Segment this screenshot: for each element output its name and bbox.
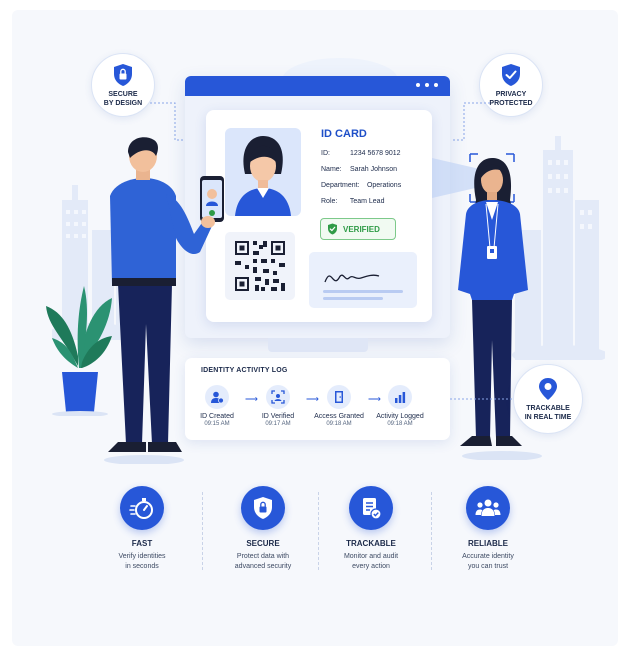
department-field-key: Department: [321, 182, 360, 189]
illustration-stage: SECURE BY DESIGN PRIVACY PROTECTED ID CA… [0, 0, 630, 653]
verified-badge: VERIFIED [320, 218, 396, 240]
feature-secure: SECURE Protect data with advanced securi… [203, 486, 323, 572]
id-field-key: ID: [321, 150, 330, 157]
activity-log-title: IDENTITY ACTIVITY LOG [201, 367, 288, 374]
name-field-key: Name: [321, 166, 342, 173]
shield-check-icon [502, 63, 520, 86]
window-menu-dots-icon[interactable] [416, 83, 438, 87]
id-field-value: 1234 5678 9012 [349, 150, 401, 157]
window-title-bar [185, 76, 450, 96]
id-card: ID CARD ID: 1234 5678 9012 Name: Sarah J… [206, 110, 432, 322]
feature-description: Monitor and audit every action [343, 553, 399, 570]
feature-title: TRACKABLE [346, 539, 396, 548]
user-plus-icon [211, 391, 224, 404]
door-icon [335, 391, 343, 403]
qr-code-icon [235, 241, 285, 291]
signature-icon [323, 274, 403, 300]
log-step-time: 09:18 AM [326, 421, 352, 427]
role-field-key: Role: [321, 198, 338, 205]
log-step-id-verified[interactable]: ID Verified 09:17 AM [248, 385, 308, 427]
log-step-time: 09:18 AM [387, 421, 413, 427]
trackable-real-time-badge: TRACKABLE IN REAL TIME [513, 364, 583, 434]
shield-lock-icon [114, 63, 132, 86]
feature-title: FAST [131, 539, 153, 548]
qr-code [225, 232, 295, 300]
feature-reliable: RELIABLE Accurate identity you can trust [428, 486, 548, 572]
secure-by-design-label: SECURE BY DESIGN [103, 90, 143, 107]
connector-line-right [452, 102, 490, 141]
role-field-value: Team Lead [349, 198, 385, 205]
feature-fast: FAST Verify identities in seconds [82, 486, 202, 572]
id-card-title: ID CARD [321, 128, 367, 140]
signature-panel [309, 252, 417, 308]
department-field-row: Department: Operations [321, 182, 401, 189]
department-field-value: Operations [366, 182, 402, 189]
log-step-activity-logged[interactable]: Activity Logged 09:18 AM [370, 385, 430, 427]
role-field-row: Role: Team Lead [321, 198, 384, 205]
shield-check-icon [328, 223, 337, 235]
feature-title: SECURE [246, 539, 280, 548]
log-step-time: 09:17 AM [265, 421, 291, 427]
woman-portrait-icon [235, 136, 291, 216]
stopwatch-icon [129, 498, 153, 519]
identity-activity-log: IDENTITY ACTIVITY LOG ID Created 09:15 A… [185, 358, 450, 440]
window-stand [268, 338, 368, 352]
secure-by-design-badge: SECURE BY DESIGN [91, 53, 155, 117]
document-check-icon [363, 498, 382, 520]
location-pin-icon [539, 377, 557, 400]
shield-lock-icon [254, 497, 272, 519]
verified-label: VERIFIED [343, 224, 380, 234]
connector-line-tracking [450, 398, 514, 400]
feature-description: Accurate identity you can trust [462, 553, 514, 570]
trackable-real-time-label: TRACKABLE IN REAL TIME [524, 404, 572, 421]
feature-title: RELIABLE [468, 539, 508, 548]
chart-icon [395, 392, 406, 403]
log-step-label: ID Created [200, 413, 234, 420]
log-step-id-created[interactable]: ID Created 09:15 AM [187, 385, 247, 427]
face-scan-icon [271, 390, 285, 404]
name-field-row: Name: Sarah Johnson [321, 166, 397, 173]
feature-trackable: TRACKABLE Monitor and audit every action [311, 486, 431, 572]
people-icon [475, 499, 501, 516]
log-step-label: Access Granted [314, 413, 364, 420]
privacy-protected-label: PRIVACY PROTECTED [489, 90, 533, 107]
feature-description: Verify identities in seconds [118, 553, 166, 570]
log-step-time: 09:15 AM [204, 421, 230, 427]
name-field-value: Sarah Johnson [349, 166, 398, 173]
log-step-access-granted[interactable]: Access Granted 09:18 AM [309, 385, 369, 427]
log-step-label: Activity Logged [376, 413, 424, 420]
log-step-label: ID Verified [261, 413, 295, 420]
feature-description: Protect data with advanced security [234, 553, 292, 570]
id-photo [225, 128, 301, 216]
plant-illustration [46, 286, 112, 416]
id-field-row: ID: 1234 5678 9012 [321, 150, 401, 157]
